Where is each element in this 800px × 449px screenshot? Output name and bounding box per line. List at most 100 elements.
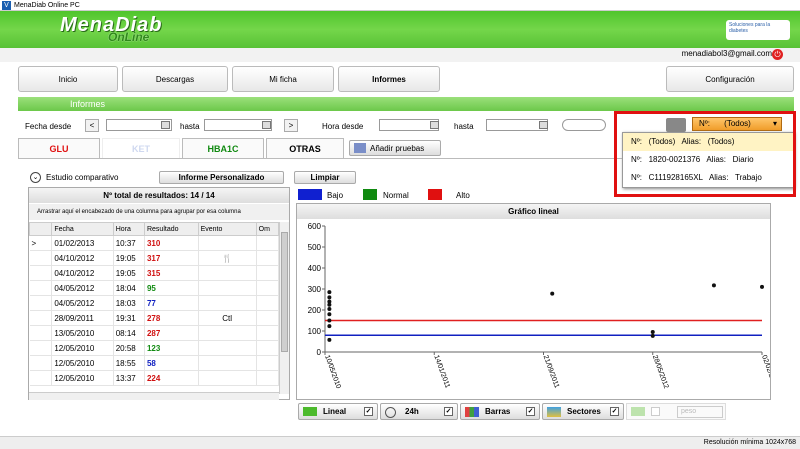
cell-res: 95 xyxy=(144,280,199,296)
cell-fecha: 04/10/2012 xyxy=(51,250,114,266)
hasta-hora-label: hasta xyxy=(454,122,474,131)
next-date-button[interactable]: > xyxy=(284,119,298,132)
cell-ev xyxy=(198,370,257,386)
nav-inicio[interactable]: Inicio xyxy=(18,66,118,92)
calendar-icon[interactable] xyxy=(262,121,271,129)
pie-chart-icon xyxy=(547,407,561,417)
slider-input[interactable] xyxy=(562,119,606,131)
table-row[interactable]: 12/05/2010 13:37 224 xyxy=(29,370,279,386)
cell-fecha: 12/05/2010 xyxy=(51,370,114,386)
table-row[interactable]: 12/05/2010 18:55 58 xyxy=(29,355,279,371)
logo-subtitle: OnLine xyxy=(108,30,150,44)
tab-glu[interactable]: GLU xyxy=(18,138,100,158)
power-icon[interactable]: ⏻ xyxy=(772,49,783,60)
cell-res: 287 xyxy=(144,325,199,341)
table-row[interactable]: 28/09/2011 19:31 278 Ctl xyxy=(29,310,279,326)
col-resultado[interactable]: Resultado xyxy=(143,222,199,236)
cell-hora: 08:14 xyxy=(113,325,145,341)
horizontal-scrollbar[interactable] xyxy=(29,392,279,400)
h24-checkbox[interactable]: ✓ xyxy=(444,407,453,416)
cell-ind xyxy=(29,355,53,371)
limpiar-button[interactable]: Limpiar xyxy=(294,171,356,184)
cell-ind xyxy=(29,265,53,281)
x-tick-label: 14/01/2011 xyxy=(432,354,450,389)
barras-toggle[interactable]: Barras ✓ xyxy=(460,403,540,420)
data-point xyxy=(327,318,332,323)
cell-om xyxy=(256,340,279,356)
peso-toggle[interactable]: peso xyxy=(626,403,726,420)
h24-label: 24h xyxy=(405,407,419,416)
table-row[interactable]: >01/02/2013 10:37 310 xyxy=(29,235,279,251)
data-point xyxy=(327,306,332,311)
nav-descargas[interactable]: Descargas xyxy=(122,66,228,92)
table-row[interactable]: 13/05/2010 08:14 287 xyxy=(29,325,279,341)
highlight-frame xyxy=(614,111,796,197)
x-tick-label: 21/09/2011 xyxy=(542,354,560,389)
cell-ind xyxy=(29,310,53,326)
group-hint: Arrastrar aquí el encabezado de una colu… xyxy=(29,204,289,220)
cell-ev: 🍴 xyxy=(198,250,257,266)
vertical-scrollbar[interactable] xyxy=(279,222,289,394)
fecha-desde-label: Fecha desde xyxy=(25,122,72,131)
clock-icon[interactable] xyxy=(430,121,439,129)
add-tests-label: Añadir pruebas xyxy=(370,144,425,153)
nav-configuracion[interactable]: Configuración xyxy=(666,66,794,92)
cell-ev xyxy=(198,325,257,341)
cell-res: 278 xyxy=(144,310,199,326)
table-row[interactable]: 04/05/2012 18:03 77 xyxy=(29,295,279,311)
line-chart-icon xyxy=(631,407,645,416)
h24-toggle[interactable]: 24h ✓ xyxy=(380,403,458,420)
lineal-toggle[interactable]: Lineal ✓ xyxy=(298,403,378,420)
chart-title: Gráfico lineal xyxy=(297,204,770,219)
col-evento[interactable]: Evento xyxy=(197,222,257,236)
cell-ind xyxy=(29,295,53,311)
tab-hba1c[interactable]: HBA1C xyxy=(182,138,264,158)
clock-icon[interactable] xyxy=(539,121,548,129)
collapse-icon[interactable]: ⌄ xyxy=(30,172,41,183)
nav-mi-ficha[interactable]: Mi ficha xyxy=(232,66,334,92)
user-bar xyxy=(0,48,800,62)
cell-om xyxy=(256,310,279,326)
cell-om xyxy=(256,295,279,311)
cell-ev xyxy=(198,280,257,296)
cell-hora: 19:05 xyxy=(113,265,145,281)
data-point xyxy=(327,337,332,342)
cell-ev xyxy=(198,340,257,356)
peso-select[interactable]: peso xyxy=(677,406,723,418)
lineal-checkbox[interactable]: ✓ xyxy=(364,407,373,416)
cell-ev: Ctl xyxy=(198,310,257,326)
hora-desde-label: Hora desde xyxy=(322,122,364,131)
cell-res: 77 xyxy=(144,295,199,311)
cell-ind xyxy=(29,250,53,266)
scrollbar-thumb[interactable] xyxy=(281,232,288,352)
informe-personalizado-button[interactable]: Informe Personalizado xyxy=(159,171,284,184)
data-point xyxy=(327,324,332,329)
col-hora[interactable]: Hora xyxy=(112,222,145,236)
col-om[interactable]: Om xyxy=(255,222,279,236)
x-tick-label: 02/02/2013 xyxy=(760,354,770,389)
table-row[interactable]: 12/05/2010 20:58 123 xyxy=(29,340,279,356)
prev-date-button[interactable]: < xyxy=(85,119,99,132)
cell-om xyxy=(256,370,279,386)
calendar-icon[interactable] xyxy=(161,121,170,129)
cell-hora: 19:31 xyxy=(113,310,145,326)
sectores-checkbox[interactable]: ✓ xyxy=(610,407,619,416)
tab-otras[interactable]: OTRAS xyxy=(266,138,344,158)
add-tests-button[interactable]: Añadir pruebas xyxy=(349,140,441,156)
app-icon: V xyxy=(2,1,11,10)
legend-normal-swatch xyxy=(363,189,377,200)
cell-om xyxy=(256,280,279,296)
tab-ket[interactable]: KET xyxy=(102,138,180,158)
table-row[interactable]: 04/10/2012 19:05 317 🍴 xyxy=(29,250,279,266)
cell-ind xyxy=(29,340,53,356)
cell-ev xyxy=(198,355,257,371)
table-row[interactable]: 04/05/2012 18:04 95 xyxy=(29,280,279,296)
legend-bajo: Bajo xyxy=(327,191,344,200)
barras-checkbox[interactable]: ✓ xyxy=(526,407,535,416)
cell-ev xyxy=(198,295,257,311)
table-row[interactable]: 04/10/2012 19:05 315 xyxy=(29,265,279,281)
nav-informes[interactable]: Informes xyxy=(338,66,440,92)
peso-checkbox[interactable] xyxy=(651,407,660,416)
sectores-toggle[interactable]: Sectores ✓ xyxy=(542,403,624,420)
col-fecha[interactable]: Fecha xyxy=(51,222,114,236)
